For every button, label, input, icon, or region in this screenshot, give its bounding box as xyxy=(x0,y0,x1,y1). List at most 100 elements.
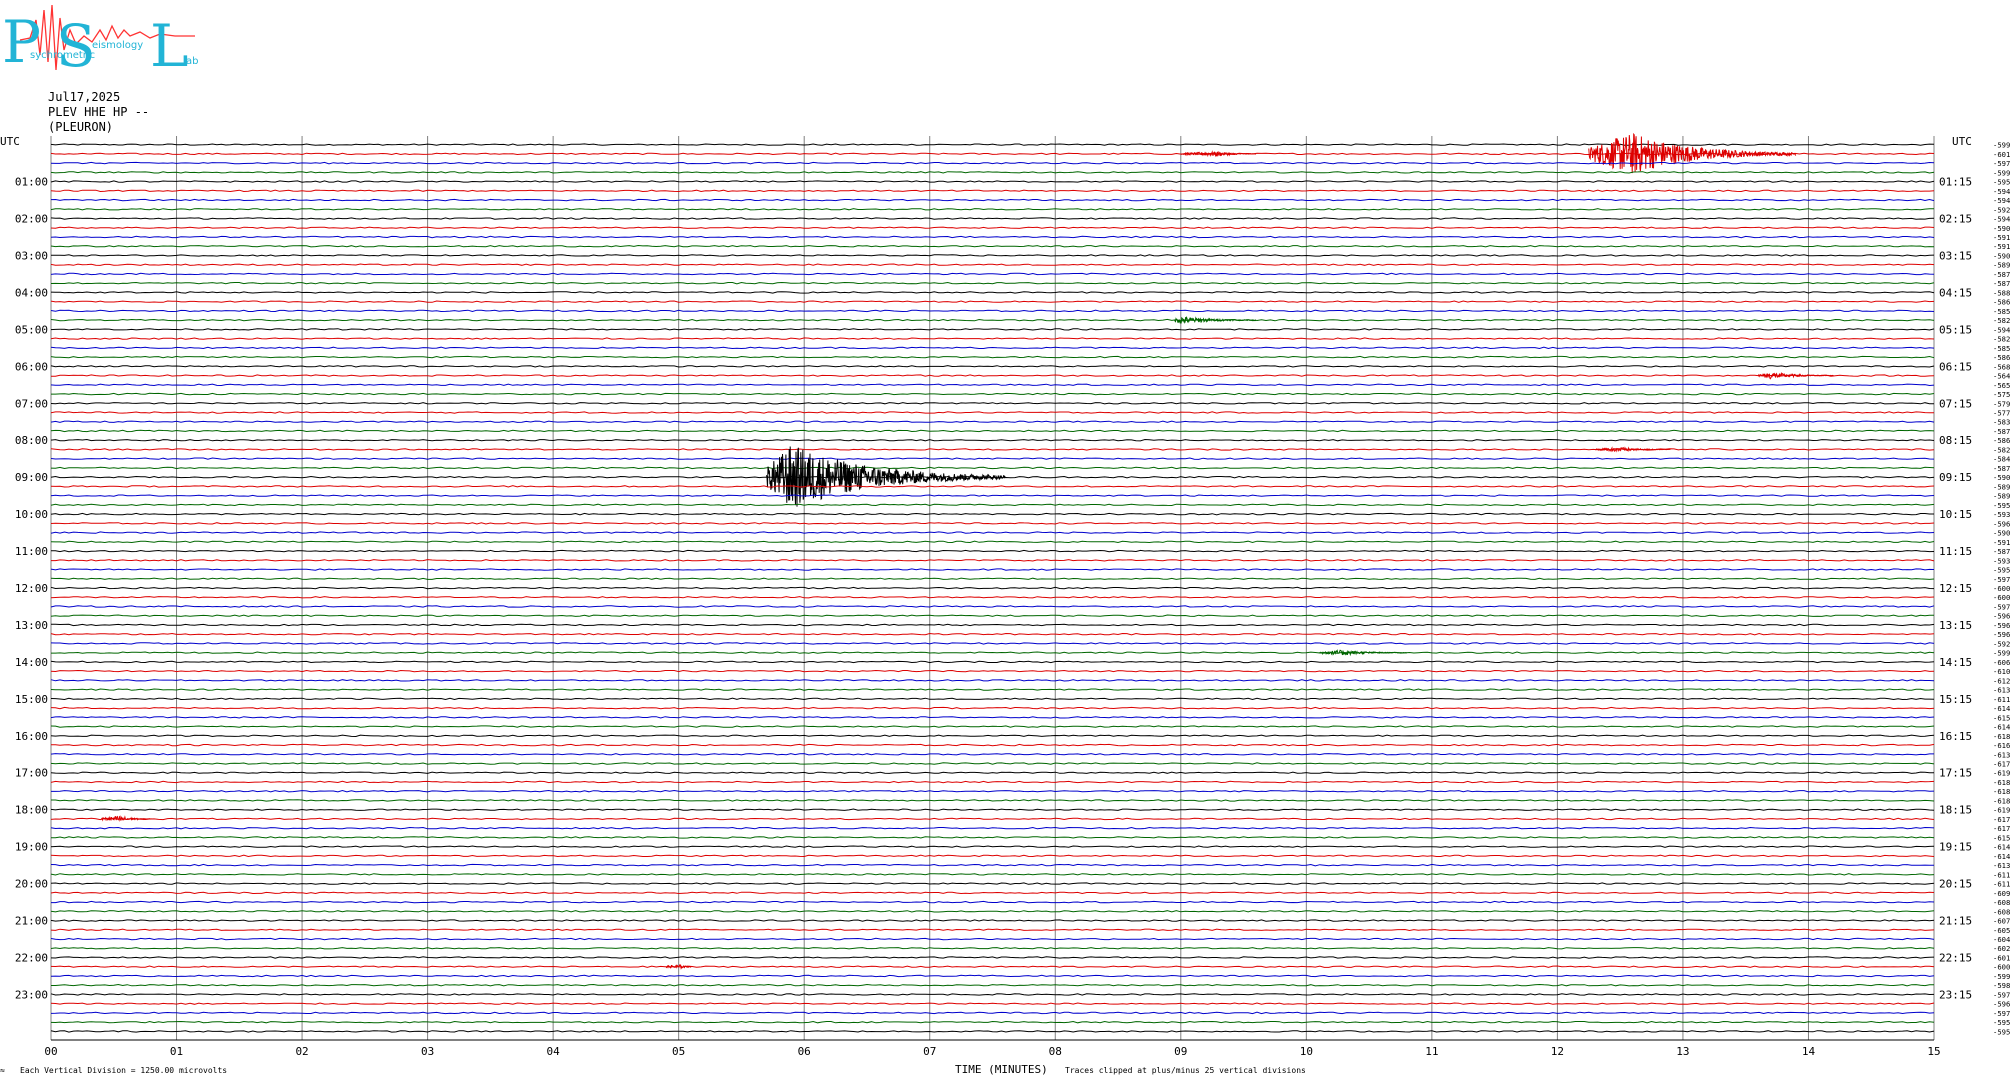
scale-note: Each Vertical Division = 1250.00 microvo… xyxy=(20,1066,227,1075)
trace-offset-label: -6112 xyxy=(1993,695,2010,704)
trace-row xyxy=(50,328,1935,331)
trace-offset-label: -6003 xyxy=(1993,963,2010,972)
hour-label-right: 14:15 xyxy=(1939,656,1972,669)
trace-row xyxy=(51,392,1935,396)
trace-row xyxy=(50,771,1934,774)
x-tick-label: 14 xyxy=(1802,1045,1816,1058)
trace-row xyxy=(50,928,1935,932)
trace-row xyxy=(50,697,1935,701)
trace-offset-label: -5868 xyxy=(1993,298,2010,307)
trace-row xyxy=(50,854,1935,858)
trace-row xyxy=(50,429,1935,433)
hour-label-left: 14:00 xyxy=(15,656,48,669)
trace-row xyxy=(50,217,1935,220)
trace-row xyxy=(50,475,1935,479)
trace-offset-label: -6137 xyxy=(1993,750,2010,759)
event-trace xyxy=(1757,371,1834,380)
hour-label-left: 16:00 xyxy=(15,730,48,743)
trace-layer xyxy=(50,132,1935,1033)
x-tick-label: 10 xyxy=(1300,1045,1313,1058)
trace-offset-label: -5862 xyxy=(1993,436,2010,445)
hour-label-left: 05:00 xyxy=(15,323,48,336)
trace-offset-label: -5945 xyxy=(1993,196,2010,205)
event-trace xyxy=(1318,649,1407,657)
trace-offset-label: -6055 xyxy=(1993,926,2010,935)
hour-label-left: 15:00 xyxy=(15,693,48,706)
trace-row xyxy=(50,836,1935,839)
trace-offset-label: -6116 xyxy=(1993,870,2010,879)
hour-label-right: 12:15 xyxy=(1939,582,1972,595)
trace-offset-label: -5915 xyxy=(1993,538,2010,547)
trace-row xyxy=(51,254,1935,257)
hour-label-left: 01:00 xyxy=(15,176,48,189)
trace-offset-label: -5991 xyxy=(1993,972,2010,981)
trace-offset-label: -5877 xyxy=(1993,464,2010,473)
trace-offset-label: -5935 xyxy=(1993,510,2010,519)
trace-row xyxy=(50,438,1935,442)
trace-offset-label: -5871 xyxy=(1993,427,2010,436)
trace-offset-label: -6133 xyxy=(1993,861,2010,870)
trace-offset-label: -6097 xyxy=(1993,889,2010,898)
trace-offset-label: -6173 xyxy=(1993,824,2010,833)
trace-row xyxy=(50,365,1935,368)
hour-label-left: 06:00 xyxy=(15,360,48,373)
trace-offset-label: -6159 xyxy=(1993,713,2010,722)
trace-offset-label: -5909 xyxy=(1993,529,2010,538)
hour-label-right: 17:15 xyxy=(1939,767,1972,780)
hour-label-left: 23:00 xyxy=(15,988,48,1001)
trace-row xyxy=(50,189,1935,193)
hour-label-left: 11:00 xyxy=(15,545,48,558)
trace-offset-label: -6111 xyxy=(1993,880,2010,889)
trace-offset-label: -5904 xyxy=(1993,251,2010,260)
trace-offset-label: -6163 xyxy=(1993,741,2010,750)
trace-offset-label: -6129 xyxy=(1993,676,2010,685)
utc-left-label: UTC xyxy=(0,135,20,148)
footer-left-mark: ≈ xyxy=(0,1066,5,1075)
trace-offset-label: -5903 xyxy=(1993,224,2010,233)
trace-offset-label: -6132 xyxy=(1993,686,2010,695)
trace-offset-label: -5922 xyxy=(1993,639,2010,648)
trace-offset-label: -5911 xyxy=(1993,242,2010,251)
x-tick-label: 15 xyxy=(1927,1045,1940,1058)
trace-row xyxy=(50,937,1935,941)
trace-row xyxy=(50,420,1935,423)
trace-row xyxy=(50,725,1935,728)
trace-offset-label: -5996 xyxy=(1993,649,2010,658)
trace-row xyxy=(50,402,1935,405)
trace-offset-label: -5890 xyxy=(1993,261,2010,270)
trace-row xyxy=(50,235,1935,239)
trace-row xyxy=(50,910,1935,913)
trace-row xyxy=(50,605,1935,608)
trace-offset-label: -5954 xyxy=(1993,501,2010,510)
hour-label-right: 11:15 xyxy=(1939,545,1972,558)
hour-label-right: 10:15 xyxy=(1939,508,1972,521)
trace-offset-label: -5829 xyxy=(1993,316,2010,325)
trace-offset-label: -5880 xyxy=(1993,288,2010,297)
trace-offset-label: -5890 xyxy=(1993,482,2010,491)
trace-offset-label: -5751 xyxy=(1993,390,2010,399)
trace-row xyxy=(50,411,1934,414)
hour-label-left: 12:00 xyxy=(15,582,48,595)
trace-row xyxy=(50,346,1935,350)
hour-label-left: 22:00 xyxy=(15,951,48,964)
trace-row xyxy=(50,586,1935,590)
trace-row xyxy=(50,244,1935,248)
trace-offset-label: -6082 xyxy=(1993,898,2010,907)
trace-offset-label: -5957 xyxy=(1993,566,2010,575)
trace-row xyxy=(50,1020,1935,1024)
hour-label-right: 19:15 xyxy=(1939,841,1972,854)
trace-row xyxy=(50,485,1935,488)
hour-label-left: 03:00 xyxy=(15,249,48,262)
trace-row xyxy=(51,799,1935,802)
trace-row xyxy=(50,826,1935,830)
trace-row xyxy=(50,688,1935,691)
trace-row xyxy=(50,614,1934,617)
x-tick-label: 04 xyxy=(547,1045,561,1058)
hour-label-right: 03:15 xyxy=(1939,249,1972,262)
trace-offset-label: -6175 xyxy=(1993,815,2010,824)
hour-label-right: 18:15 xyxy=(1939,804,1972,817)
trace-offset-label: -5793 xyxy=(1993,399,2010,408)
x-tick-label: 00 xyxy=(44,1045,57,1058)
x-tick-label: 02 xyxy=(295,1045,308,1058)
trace-row xyxy=(50,383,1935,387)
